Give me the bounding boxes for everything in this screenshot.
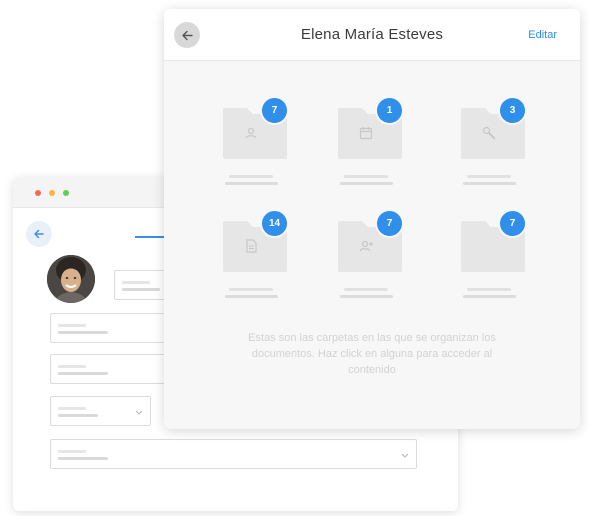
helper-text: Estas son las carpetas en las que se org… bbox=[248, 332, 496, 376]
select-field-small[interactable] bbox=[50, 396, 151, 426]
field-placeholder-line bbox=[58, 414, 98, 417]
field-placeholder-line bbox=[58, 365, 86, 368]
field-placeholder-line bbox=[122, 288, 160, 291]
count-badge: 3 bbox=[498, 96, 527, 125]
folder-label-line bbox=[225, 295, 278, 298]
folder-label-line bbox=[229, 288, 273, 291]
page-title: Elena María Esteves bbox=[300, 26, 444, 43]
folder-label-line bbox=[229, 175, 273, 178]
user-add-icon bbox=[359, 240, 373, 252]
folder-label-line bbox=[467, 288, 511, 291]
text-field-1[interactable] bbox=[50, 313, 174, 343]
folder-label-line bbox=[344, 288, 388, 291]
folder-5[interactable]: 7 bbox=[334, 209, 406, 301]
user-icon bbox=[245, 127, 257, 139]
maximize-dot-icon[interactable] bbox=[63, 190, 69, 196]
chevron-down-icon bbox=[401, 453, 409, 458]
field-placeholder-line bbox=[58, 407, 86, 410]
minimize-dot-icon[interactable] bbox=[49, 190, 55, 196]
count-badge: 7 bbox=[260, 96, 289, 125]
count-badge: 7 bbox=[375, 209, 404, 238]
text-field-2[interactable] bbox=[50, 354, 174, 384]
close-dot-icon[interactable] bbox=[35, 190, 41, 196]
chevron-down-icon bbox=[135, 410, 143, 415]
edit-button[interactable]: Editar bbox=[528, 29, 557, 41]
field-placeholder-line bbox=[122, 281, 150, 284]
folder-label-line bbox=[344, 175, 388, 178]
folder-1[interactable]: 7 bbox=[219, 96, 291, 188]
field-placeholder-line bbox=[58, 372, 108, 375]
arrow-left-icon bbox=[34, 229, 44, 239]
form-back-button[interactable] bbox=[26, 221, 52, 247]
folder-4[interactable]: 14 bbox=[219, 209, 291, 301]
folder-6[interactable]: 7 bbox=[457, 209, 529, 301]
folder-label-line bbox=[340, 182, 393, 185]
field-placeholder-line bbox=[58, 457, 108, 460]
folder-3[interactable]: 3 bbox=[457, 96, 529, 188]
count-badge: 14 bbox=[260, 209, 289, 238]
document-icon bbox=[246, 239, 257, 253]
select-field-wide[interactable] bbox=[50, 439, 417, 469]
folder-2[interactable]: 1 bbox=[334, 96, 406, 188]
field-placeholder-line bbox=[58, 324, 86, 327]
field-placeholder-line bbox=[58, 331, 108, 334]
avatar-photo bbox=[47, 255, 95, 303]
count-badge: 1 bbox=[375, 96, 404, 125]
panel-header: Elena María Esteves Editar bbox=[164, 9, 580, 61]
folder-label-line bbox=[225, 182, 278, 185]
field-placeholder-line bbox=[58, 450, 86, 453]
calendar-icon bbox=[359, 127, 373, 140]
folder-label-line bbox=[463, 295, 516, 298]
folder-label-line bbox=[340, 295, 393, 298]
avatar bbox=[47, 255, 95, 303]
count-badge: 7 bbox=[498, 209, 527, 238]
folder-label-line bbox=[463, 182, 516, 185]
folders-panel: Elena María Esteves Editar 7 1 3 14 7 7 … bbox=[164, 9, 580, 429]
folder-label-line bbox=[467, 175, 511, 178]
wrench-icon bbox=[482, 126, 496, 140]
